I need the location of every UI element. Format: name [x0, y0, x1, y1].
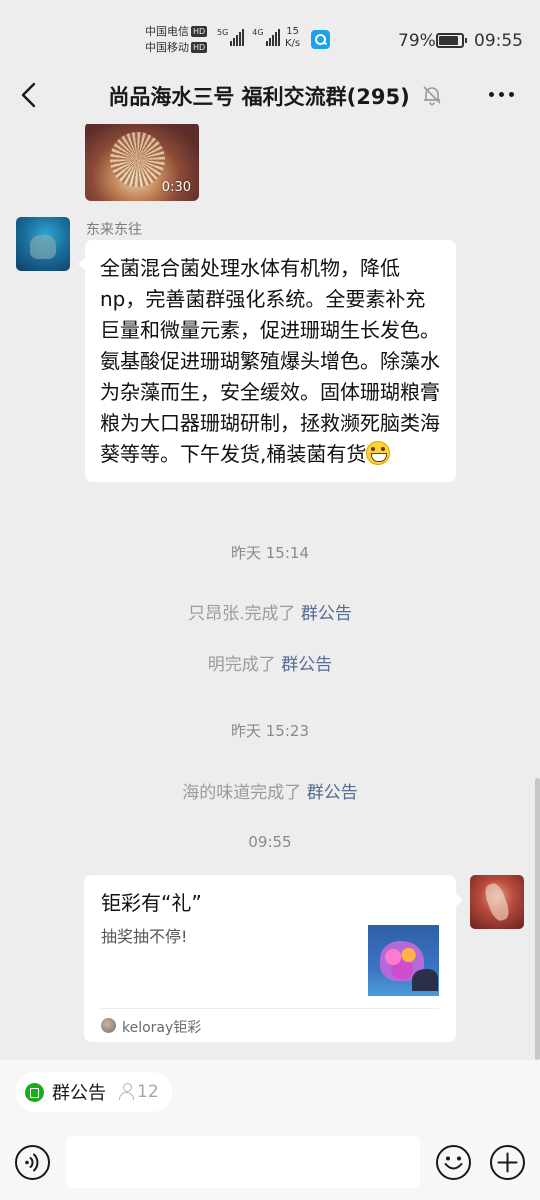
scrollbar[interactable]	[535, 778, 540, 1060]
message-input[interactable]	[66, 1136, 420, 1188]
notice-icon	[25, 1082, 44, 1102]
group-notice-chip[interactable]: 群公告 12	[16, 1072, 172, 1112]
system-message: 海的味道完成了 群公告	[182, 783, 358, 803]
signal-4g-icon: 4G	[252, 28, 280, 46]
hd-badge: HD	[191, 42, 208, 53]
timestamp: 09:55	[248, 833, 292, 851]
carrier-info: 中国电信 HD 中国移动 HD	[145, 24, 208, 56]
grin-emoji-icon	[366, 441, 391, 465]
notice-link[interactable]: 群公告	[301, 604, 352, 624]
card-thumbnail	[368, 925, 439, 996]
source-app-icon	[101, 1018, 116, 1033]
plus-icon[interactable]	[489, 1144, 526, 1181]
timestamp: 昨天 15:23	[231, 722, 309, 740]
divider	[101, 1008, 439, 1009]
notice-link[interactable]: 群公告	[307, 783, 358, 803]
carrier-1: 中国电信	[145, 25, 189, 38]
text-message-bubble[interactable]: 全菌混合菌处理水体有机物，降低np，完善菌群强化系统。全要素补充巨量和微量元素，…	[78, 240, 456, 482]
search-app-icon	[311, 30, 330, 49]
battery-percent: 79%	[398, 31, 436, 51]
timestamp: 昨天 15:14	[231, 544, 309, 562]
message-list[interactable]: 0:30 东来东往 全菌混合菌处理水体有机物，降低np，完善菌群强化系统。全要素…	[0, 124, 540, 1060]
input-area: 群公告 12	[0, 1060, 540, 1200]
voice-input-icon[interactable]	[14, 1144, 51, 1181]
signal-icons: 5G 4G	[217, 28, 280, 46]
notice-chip-label: 群公告	[52, 1083, 106, 1104]
link-card-message[interactable]: 钜彩有“礼” 抽奖抽不停! keloray钜彩	[84, 875, 463, 1042]
video-duration: 0:30	[161, 180, 191, 195]
message-text: 全菌混合菌处理水体有机物，降低np，完善菌群强化系统。全要素补充巨量和微量元素，…	[100, 256, 440, 466]
signal-5g-icon: 5G	[217, 28, 245, 46]
card-source: keloray钜彩	[122, 1020, 202, 1036]
network-speed: 15 K/s	[285, 26, 301, 49]
avatar[interactable]	[16, 217, 70, 271]
system-message: 明完成了 群公告	[207, 655, 333, 675]
chat-header: 尚品海水三号 福利交流群(295)	[0, 66, 540, 124]
more-options-icon[interactable]	[489, 92, 514, 97]
my-avatar[interactable]	[470, 875, 524, 929]
carrier-2: 中国移动	[145, 41, 189, 54]
system-message: 只昂张.完成了 群公告	[188, 604, 352, 624]
mute-bell-icon	[423, 86, 441, 106]
notice-link[interactable]: 群公告	[281, 655, 332, 675]
status-bar: 中国电信 HD 中国移动 HD 5G 4G 15 K/s 79% 09:55	[0, 0, 540, 66]
video-message[interactable]: 0:30	[85, 124, 199, 201]
hd-badge: HD	[191, 26, 208, 37]
card-title: 钜彩有“礼”	[101, 891, 202, 915]
card-description: 抽奖抽不停!	[101, 927, 188, 946]
emoji-icon[interactable]	[435, 1144, 472, 1181]
person-icon	[119, 1083, 135, 1101]
status-time: 09:55	[474, 31, 523, 51]
battery-icon	[436, 33, 467, 48]
member-count: 12	[137, 1082, 159, 1102]
sender-name: 东来东往	[86, 222, 142, 238]
chat-title: 尚品海水三号 福利交流群(295)	[108, 85, 410, 109]
